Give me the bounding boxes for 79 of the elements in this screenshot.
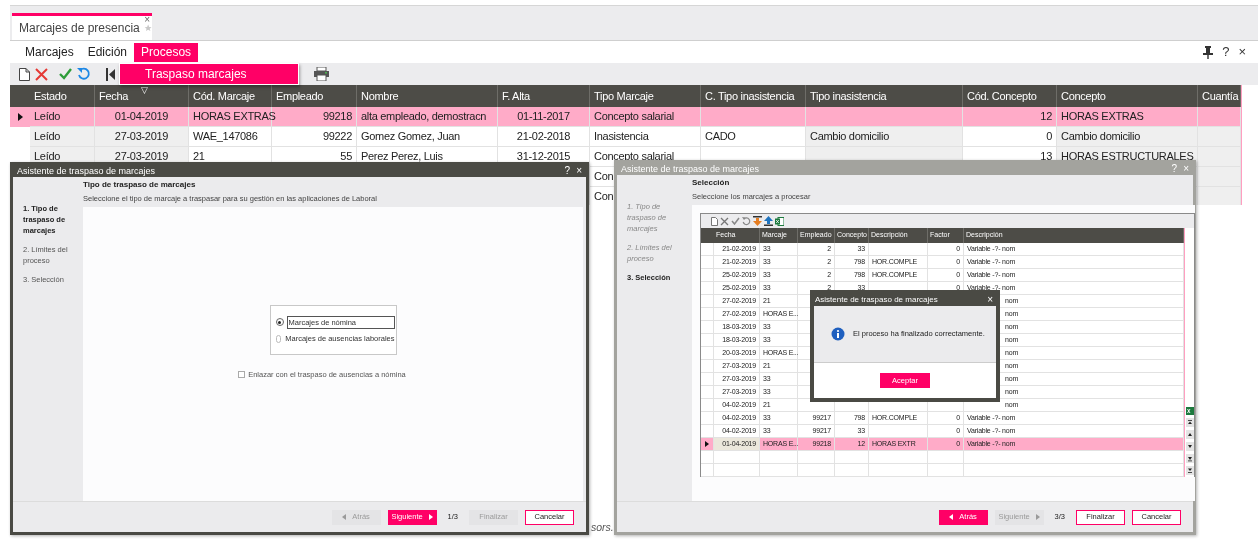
column-title: Empleado	[276, 88, 324, 104]
table-cell: 27-03-2019	[95, 127, 189, 147]
check-icon[interactable]	[59, 68, 72, 80]
table-cell: Cambio domicilio	[806, 127, 963, 147]
spreadsheet-icon[interactable]	[775, 216, 784, 226]
table-cell: 99222	[272, 127, 357, 147]
column-title: Nombre	[361, 88, 399, 104]
pin-icon[interactable]	[1203, 45, 1214, 59]
table-cell: 0	[963, 127, 1057, 147]
radio-button[interactable]	[275, 334, 282, 343]
table-cell: Inasistencia	[590, 127, 701, 147]
table-cell	[869, 464, 928, 477]
scroll-down-icon[interactable]	[1185, 454, 1194, 463]
table-cell	[928, 464, 964, 477]
close-button[interactable]: ×	[576, 166, 582, 176]
dialog-title: Asistente de traspaso de marcajes	[815, 294, 938, 306]
menu-item[interactable]: Marcajes	[18, 42, 81, 62]
table-cell: WAE_147086	[189, 127, 272, 147]
checkbox[interactable]	[238, 371, 246, 379]
delete-icon[interactable]	[720, 216, 729, 226]
menu-item[interactable]: Procesos	[134, 42, 199, 62]
close-button[interactable]: ×	[987, 295, 993, 305]
import-arrow-icon[interactable]	[753, 216, 762, 226]
dialog-title: Asistente de traspaso de marcajes	[17, 166, 156, 176]
scroll-top-icon[interactable]	[1185, 418, 1194, 427]
table-cell	[1198, 127, 1241, 147]
tab-title: Marcajes de presencia	[19, 20, 140, 37]
table-cell	[798, 464, 835, 477]
new-document-icon[interactable]	[711, 216, 718, 226]
table-cell: Gomez Gomez, Juan	[357, 127, 498, 147]
right-arrow-icon	[1035, 514, 1040, 520]
table-cell: CADO	[701, 127, 806, 147]
left-arrow-icon	[342, 514, 347, 520]
column-title: F. Alta	[502, 88, 530, 104]
column-title: Cód. Concepto	[967, 88, 1037, 104]
sort-indicator: ▽	[141, 86, 148, 95]
column-title: Cód. Marcaje	[193, 88, 255, 104]
close-button[interactable]: ×	[1238, 42, 1246, 62]
scroll-bottom-icon[interactable]	[1185, 466, 1194, 475]
menu-item[interactable]: Edición	[80, 42, 135, 62]
column-title: C. Tipo inasistencia	[705, 88, 795, 104]
help-button[interactable]: ?	[1222, 42, 1230, 62]
row-pointer-icon	[17, 113, 23, 121]
column-title: Fecha	[99, 88, 129, 104]
table-cell	[714, 464, 760, 477]
new-document-icon[interactable]	[19, 67, 30, 81]
check-icon[interactable]	[731, 217, 740, 225]
table-cell	[835, 464, 869, 477]
table-cell	[1198, 167, 1241, 187]
row-header-cell[interactable]	[701, 464, 714, 477]
table-cell: Cambio domicilio	[1057, 127, 1198, 147]
table-cell: 21-02-2018	[498, 127, 590, 147]
column-title: Tipo Marcaje	[594, 88, 654, 104]
delete-icon[interactable]	[35, 67, 48, 81]
spreadsheet-icon[interactable]	[1185, 407, 1194, 415]
first-record-icon[interactable]	[106, 67, 115, 81]
print-icon[interactable]	[314, 67, 329, 81]
section-heading: Tipo de traspaso de marcajes	[83, 179, 197, 192]
table-cell	[1198, 147, 1241, 167]
table-cell: Leído	[30, 127, 95, 147]
table-cell	[1198, 187, 1241, 205]
table-cell	[760, 464, 798, 477]
info-icon	[831, 327, 845, 341]
column-title: Concepto	[1061, 88, 1106, 104]
left-arrow-icon	[949, 514, 954, 520]
right-arrow-icon	[428, 514, 433, 520]
menu-item[interactable]: Traspaso marcajes	[120, 64, 298, 84]
document-tab[interactable]: Marcajes de presencia ×	[12, 13, 152, 40]
export-arrow-icon[interactable]	[764, 216, 773, 226]
tab-close-button[interactable]: ×	[144, 15, 150, 25]
page-down-icon[interactable]	[1185, 442, 1194, 451]
help-button[interactable]: ?	[564, 166, 571, 176]
radio-button[interactable]	[275, 318, 284, 327]
column-title: Estado	[34, 88, 67, 104]
row-pointer-icon	[705, 441, 709, 447]
background-text: sors.	[591, 520, 614, 535]
refresh-icon[interactable]	[77, 67, 91, 81]
page-up-icon[interactable]	[1185, 430, 1194, 439]
column-title: Tipo inasistencia	[810, 88, 887, 104]
